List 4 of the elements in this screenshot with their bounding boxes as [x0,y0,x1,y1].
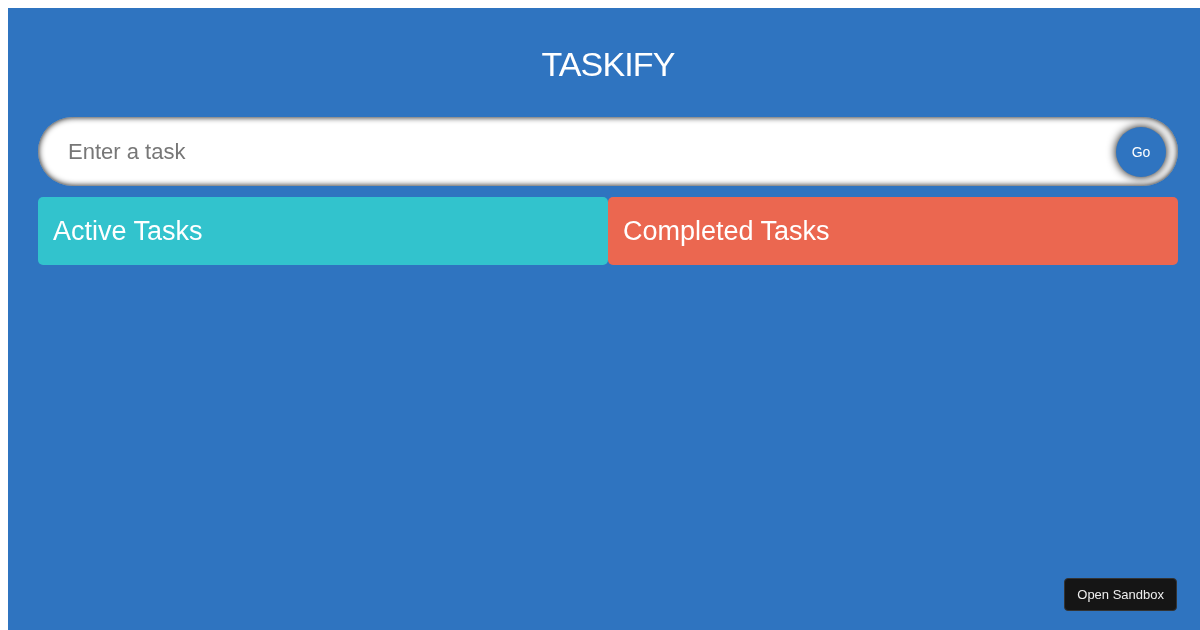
task-list-header: Completed Tasks [608,197,1178,265]
task-list-header: Active Tasks [38,197,608,265]
open-sandbox-button[interactable]: Open Sandbox [1064,578,1177,611]
app-title: TASKIFY [541,44,675,84]
